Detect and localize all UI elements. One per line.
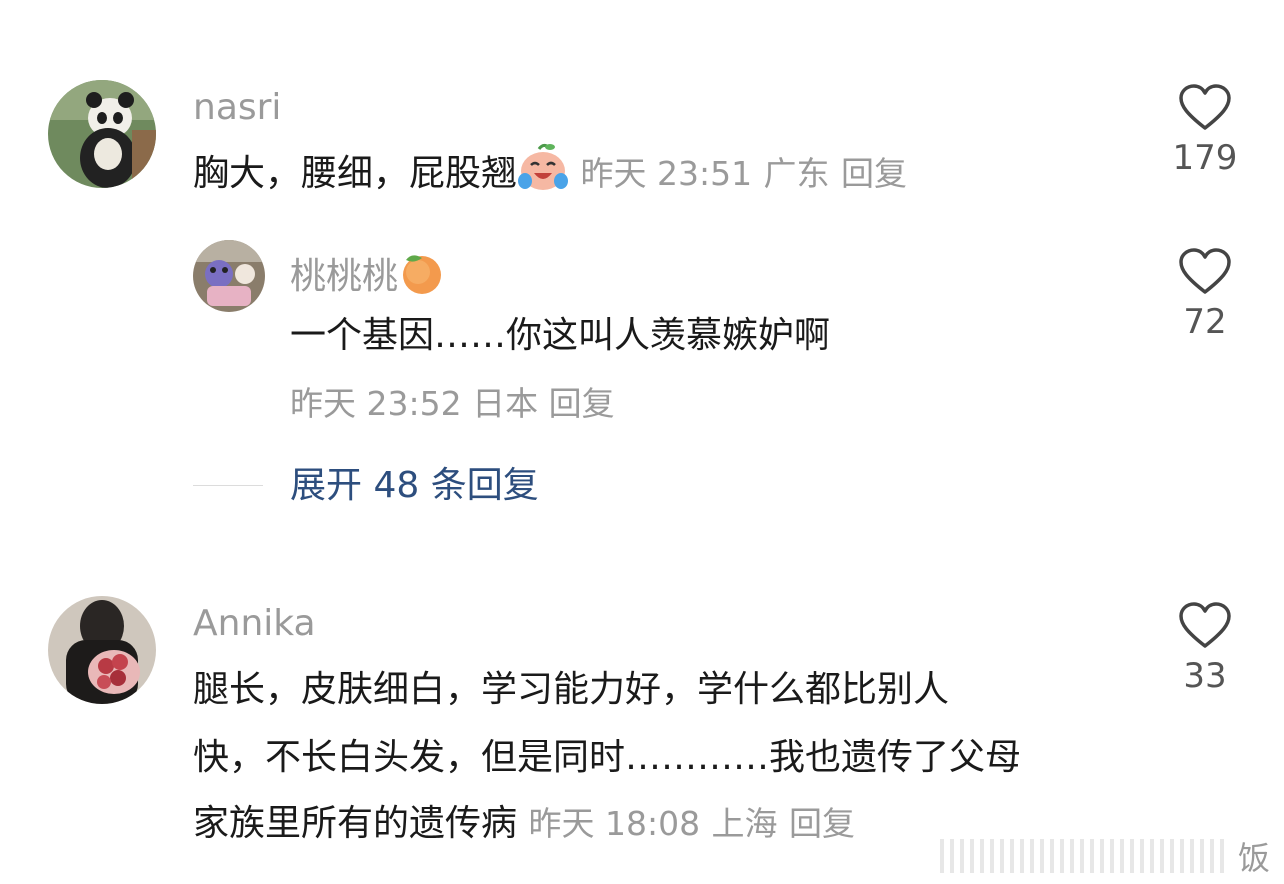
like-button[interactable]: 33 (1160, 602, 1250, 696)
comment-body: 胸大，腰细，屁股翘 (193, 153, 518, 194)
reply-button[interactable]: 回复 (841, 154, 907, 193)
reply-like-button[interactable]: 72 (1160, 248, 1250, 342)
reply-location: 日本 (472, 384, 539, 423)
comment-username[interactable]: Annika (193, 602, 316, 646)
comment-text-line-1: 腿长，皮肤细白，学习能力好，学什么都比别人 (193, 669, 950, 710)
watermark-stripes (939, 839, 1230, 873)
reply-like-count: 72 (1183, 302, 1227, 342)
comment-time: 昨天 18:08 (528, 804, 701, 843)
comment-text: 胸大，腰细，屁股翘 昨天 23:51 广东 回复 (193, 140, 907, 216)
bouquet-avatar-image (48, 596, 156, 704)
comment-location: 广东 (763, 154, 830, 193)
reply-reply-button[interactable]: 回复 (549, 384, 615, 423)
like-count: 179 (1172, 138, 1238, 178)
avatar[interactable] (48, 596, 156, 704)
peach-emoji-icon (398, 248, 446, 307)
reply-button[interactable]: 回复 (789, 804, 855, 843)
reply-meta: 昨天 23:52 日本 回复 (290, 382, 615, 426)
comment-username[interactable]: nasri (193, 86, 281, 130)
heart-icon (1179, 602, 1231, 648)
reply-username[interactable]: 桃桃桃 (290, 248, 446, 307)
reply-time: 昨天 23:52 (290, 384, 462, 423)
comment-location: 上海 (711, 804, 778, 843)
expand-divider (193, 485, 263, 486)
heart-icon (1179, 84, 1231, 130)
like-count: 33 (1183, 656, 1227, 696)
plush-avatar-image (193, 240, 265, 312)
comment-list: nasri 胸大，腰细，屁股翘 昨天 23:51 广东 回复 179 桃桃桃 一… (0, 0, 1284, 884)
watermark-char: 饭 (1237, 839, 1270, 877)
like-button[interactable]: 179 (1160, 84, 1250, 178)
comment-text-line-3: 家族里所有的遗传病 昨天 18:08 上海 回复 (193, 790, 855, 858)
heart-icon (1179, 248, 1231, 294)
avatar[interactable] (48, 80, 156, 188)
comment-text-line-2: 快，不长白头发，但是同时…………我也遗传了父母 (193, 737, 1022, 778)
reply-avatar[interactable] (193, 240, 265, 312)
comment-time: 昨天 23:51 (580, 154, 753, 193)
expand-replies-button[interactable]: 展开 48 条回复 (290, 464, 539, 508)
reply-username-text: 桃桃桃 (290, 256, 399, 297)
reply-text: 一个基因……你这叫人羡慕嫉妒啊 (290, 315, 831, 356)
watermark: 饭 (914, 828, 1284, 884)
crying-laugh-emoji-icon (517, 141, 569, 216)
comment-body: 家族里所有的遗传病 (193, 803, 518, 844)
panda-avatar-image (48, 80, 156, 188)
